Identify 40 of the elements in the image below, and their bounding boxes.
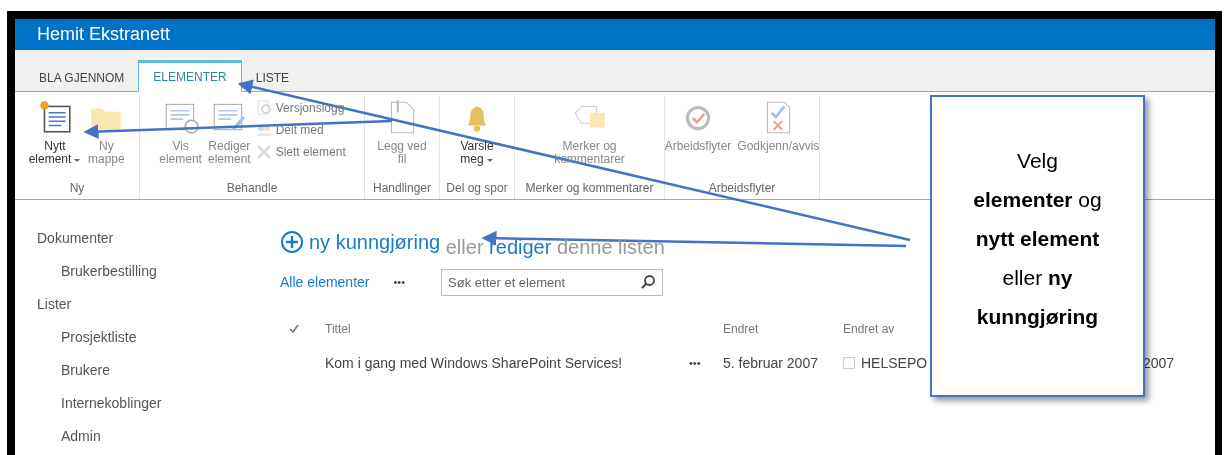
search-icon [640,273,657,290]
ribbon-button[interactable]: Varsle meg [455,96,499,168]
group-label: Arbeidsflyter [708,181,776,197]
ribbon-button[interactable]: Nytt element [25,96,85,168]
group-label: Merker og kommentarer [525,181,654,197]
more-button[interactable]: ••• [689,346,709,380]
group-label: Handlinger [372,181,431,197]
group-label: Behandle [226,181,278,197]
table-cell[interactable]: Kom i gang med Windows SharePoint Services! [325,346,689,380]
nav-link[interactable]: Brukerbestilling [37,263,280,296]
nav-link[interactable]: Brukere [37,362,280,395]
column-header[interactable]: Endret av [843,312,895,346]
edit-list-link[interactable]: rediger [489,236,552,258]
table-cell-text: 2007 [1143,354,1176,373]
new-item-link[interactable]: ny kunngjøring [280,230,441,254]
nav-link[interactable]: Dokumenter [37,230,280,263]
ribbon-tab[interactable]: BLA GJENNOM [25,60,139,92]
status-square-icon [843,357,855,369]
group-label: Del og spor [446,181,508,197]
nav-link[interactable]: Prosjektliste [37,329,280,362]
callout-text: Velg elementer og nytt element eller ny kunngjøring [972,148,1103,330]
nav-link[interactable]: Admin [37,428,280,455]
group-label: Ny [69,181,85,197]
table-cell-text: HELSEPO [861,354,928,373]
check-icon [288,323,300,335]
delete-icon [255,144,272,160]
view-link[interactable]: Alle elementer [280,274,370,290]
column-header[interactable]: Tittel [325,312,351,346]
column-header[interactable]: Endret [723,312,759,346]
table-cell-text: 5. februar 2007 [723,354,819,373]
add-icon [280,230,304,254]
ribbon-tab[interactable]: ELEMENTER [138,60,242,92]
list-heading: ny kunngjøring eller rediger denne listen [280,230,665,258]
search-field[interactable]: Søk etter et element [441,268,664,296]
history-icon [255,100,272,116]
nav-link[interactable]: Internekoblinger [37,395,280,428]
site-title[interactable]: Hemit Ekstranett [37,24,171,45]
nav-link[interactable]: Lister [37,296,280,329]
ribbon-tab[interactable]: LISTE [241,60,304,92]
more-button[interactable]: ••• [389,276,410,288]
